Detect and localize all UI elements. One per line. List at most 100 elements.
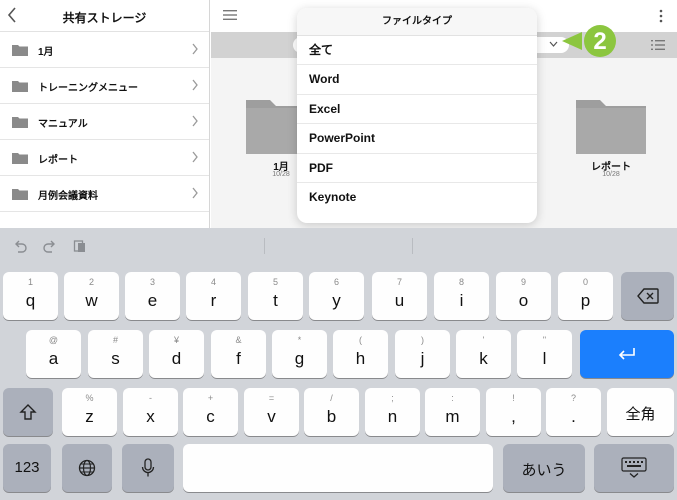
step-callout-badge: 2 — [562, 25, 616, 57]
key-t[interactable]: 5t — [248, 272, 303, 320]
key-alt-label: 1 — [27, 277, 33, 287]
key-label: n — [387, 407, 398, 426]
popover-title: ファイルタイプ — [297, 8, 537, 36]
key-label: z — [85, 407, 94, 426]
folder-icon — [12, 189, 28, 200]
key-alt-label: ? — [570, 393, 576, 403]
file-type-option-all[interactable]: 全て — [297, 36, 537, 66]
key-alt-label: 4 — [210, 277, 216, 287]
key-alt-label: " — [542, 335, 547, 345]
key-label: q — [25, 291, 36, 310]
sidebar-item-monthly-meeting[interactable]: 月例会議資料 — [0, 176, 209, 212]
sidebar-item-report[interactable]: レポート — [0, 140, 209, 176]
key-r[interactable]: 4r — [186, 272, 241, 320]
sidebar-item-january[interactable]: 1月 — [0, 32, 209, 68]
key-label: k — [479, 349, 488, 368]
key-alt-label: / — [330, 393, 333, 403]
backspace-icon — [636, 288, 659, 304]
key-label: d — [171, 349, 182, 368]
key-comma[interactable]: !, — [486, 388, 541, 436]
key-label: p — [580, 291, 591, 310]
key-p[interactable]: 0p — [558, 272, 613, 320]
key-label: , — [511, 407, 516, 426]
key-globe[interactable] — [62, 444, 112, 492]
chevron-right-icon — [192, 187, 198, 199]
key-q[interactable]: 1q — [3, 272, 58, 320]
key-x[interactable]: -x — [123, 388, 178, 436]
key-f[interactable]: & f — [211, 330, 266, 378]
sidebar-title: 共有ストレージ — [62, 11, 147, 25]
key-dismiss-keyboard[interactable] — [594, 444, 674, 492]
key-l[interactable]: " l — [517, 330, 572, 378]
key-label: u — [394, 291, 405, 310]
divider — [412, 238, 413, 254]
key-e[interactable]: 3e — [125, 272, 180, 320]
paste-icon[interactable] — [72, 238, 88, 254]
key-c[interactable]: + c — [183, 388, 238, 436]
sidebar-item-training-menu[interactable]: トレーニングメニュー — [0, 68, 209, 104]
sidebar-header: 共有ストレージ — [0, 0, 209, 32]
list-view-icon[interactable] — [651, 39, 665, 51]
key-b[interactable]: / b — [304, 388, 359, 436]
key-period[interactable]: ?. — [546, 388, 601, 436]
key-v[interactable]: = v — [244, 388, 299, 436]
divider — [264, 238, 265, 254]
key-label: f — [236, 349, 241, 368]
key-backspace[interactable] — [621, 272, 674, 320]
key-j[interactable]: ) j — [395, 330, 450, 378]
key-return[interactable] — [580, 330, 674, 378]
key-alt-label: 5 — [272, 277, 278, 287]
key-u[interactable]: 7u — [372, 272, 427, 320]
key-k[interactable]: ' k — [456, 330, 511, 378]
key-g[interactable]: * g — [272, 330, 327, 378]
key-label: x — [146, 407, 155, 426]
sidebar: 共有ストレージ 1月 トレーニングメニュー マニュアル レポート 月例会議資料 — [0, 0, 210, 228]
key-m[interactable]: :m — [425, 388, 480, 436]
key-zenkaku[interactable]: 全角 — [607, 388, 674, 436]
key-label: 全角 — [625, 406, 656, 423]
key-label: c — [206, 407, 215, 426]
key-y[interactable]: 6y — [309, 272, 364, 320]
menu-icon[interactable] — [223, 9, 237, 21]
file-type-option-pdf[interactable]: PDF — [297, 154, 537, 183]
key-alt-label: = — [268, 393, 275, 403]
key-label: t — [273, 291, 278, 310]
key-alt-label: 9 — [520, 277, 526, 287]
more-vertical-icon[interactable] — [659, 9, 663, 23]
file-type-option-powerpoint[interactable]: PowerPoint — [297, 124, 537, 154]
key-o[interactable]: 9o — [496, 272, 551, 320]
key-alt-label: ) — [421, 335, 424, 345]
key-label: m — [445, 407, 460, 426]
key-kana[interactable]: あいう — [503, 444, 585, 492]
shift-icon — [19, 404, 37, 420]
file-type-option-excel[interactable]: Excel — [297, 95, 537, 125]
key-label: v — [267, 407, 276, 426]
sidebar-item-label: マニュアル — [38, 119, 88, 130]
key-s[interactable]: # s — [88, 330, 143, 378]
sidebar-item-manual[interactable]: マニュアル — [0, 104, 209, 140]
key-numbers[interactable]: 123 — [3, 444, 51, 492]
redo-icon[interactable] — [42, 238, 58, 254]
file-type-option-keynote[interactable]: Keynote — [297, 183, 537, 212]
key-dictation[interactable] — [122, 444, 174, 492]
onscreen-keyboard: 1q 2w 3e 4r 5t 6y 7u 8i 9o 0p @ a # s ¥ d &… — [0, 228, 677, 500]
key-z[interactable]: % z — [62, 388, 117, 436]
key-label: h — [355, 349, 366, 368]
file-type-option-word[interactable]: Word — [297, 65, 537, 95]
key-i[interactable]: 8i — [434, 272, 489, 320]
chevron-right-icon — [192, 79, 198, 91]
key-w[interactable]: 2w — [64, 272, 119, 320]
undo-icon[interactable] — [12, 238, 28, 254]
key-label: l — [542, 349, 547, 368]
key-a[interactable]: @ a — [26, 330, 81, 378]
key-alt-label: & — [235, 335, 242, 345]
folder-tile-report[interactable]: レポート 10/28 — [576, 96, 646, 178]
key-d[interactable]: ¥ d — [149, 330, 204, 378]
key-space[interactable] — [183, 444, 493, 492]
key-alt-label: % — [85, 393, 94, 403]
sidebar-item-label: 1月 — [38, 47, 54, 58]
key-shift[interactable] — [3, 388, 53, 436]
key-h[interactable]: (h — [333, 330, 388, 378]
key-alt-label: + — [207, 393, 214, 403]
key-n[interactable]: ; n — [365, 388, 420, 436]
